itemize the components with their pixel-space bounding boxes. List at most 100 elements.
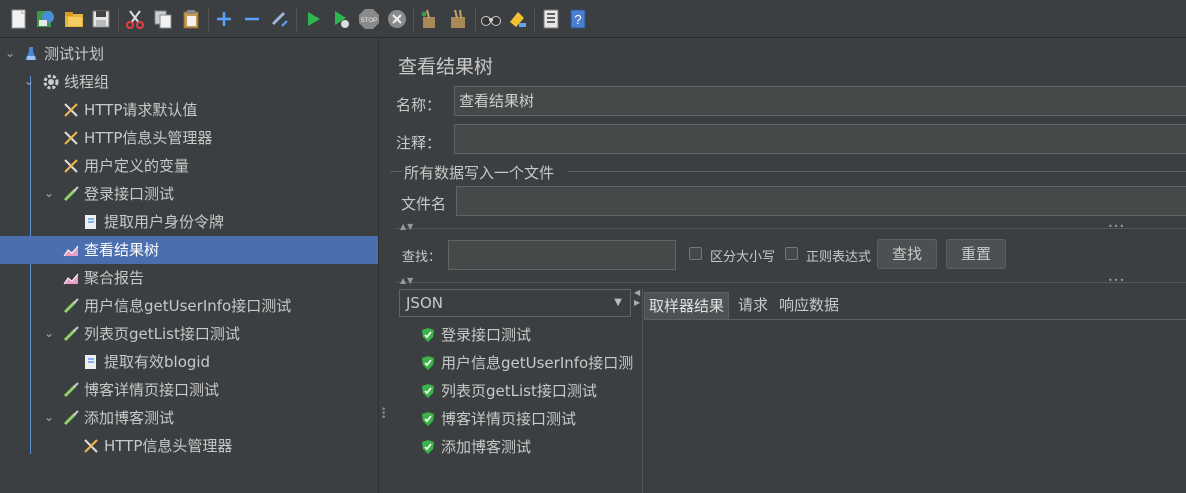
divider bbox=[396, 282, 1186, 283]
help-icon[interactable]: ? bbox=[567, 8, 589, 30]
result-item-label: 博客详情页接口测试 bbox=[441, 410, 577, 428]
toggle-icon[interactable] bbox=[268, 8, 290, 30]
chevron-down-icon[interactable]: ⌄ bbox=[42, 408, 56, 426]
thread-group-gear-icon bbox=[42, 73, 60, 91]
collapse-arrows-icon[interactable]: ▲▼ bbox=[400, 222, 414, 231]
divider bbox=[396, 228, 1186, 229]
tree-item-label: 用户信息getUserInfo接口测试 bbox=[84, 297, 292, 315]
regex-checkbox[interactable] bbox=[785, 247, 798, 260]
clear-icon[interactable] bbox=[418, 8, 440, 30]
clear-all-icon[interactable] bbox=[447, 8, 469, 30]
tab-underline bbox=[644, 319, 1186, 320]
success-shield-icon bbox=[420, 439, 436, 455]
find-button[interactable]: 查找 bbox=[877, 239, 937, 269]
result-item[interactable]: 用户信息getUserInfo接口测试 bbox=[420, 352, 634, 376]
sampler-pipette-icon bbox=[62, 185, 80, 203]
tree-item-getlist-sampler[interactable]: ⌄ 列表页getList接口测试 bbox=[0, 320, 378, 348]
more-icon[interactable]: ••• bbox=[1108, 222, 1125, 231]
search-icon[interactable] bbox=[480, 8, 502, 30]
sampler-pipette-icon bbox=[62, 297, 80, 315]
listener-chart-icon bbox=[62, 241, 80, 259]
tree-item-userinfo-sampler[interactable]: 用户信息getUserInfo接口测试 bbox=[0, 292, 378, 320]
chevron-down-icon[interactable]: ⌄ bbox=[42, 184, 56, 202]
shutdown-icon[interactable] bbox=[386, 8, 408, 30]
result-item[interactable]: 列表页getList接口测试 bbox=[420, 380, 634, 404]
collapse-icon[interactable] bbox=[241, 8, 263, 30]
tab-response-data[interactable]: 响应数据 bbox=[775, 292, 843, 320]
results-divider bbox=[642, 288, 643, 493]
tree-item-add-blog-sampler[interactable]: ⌄ 添加博客测试 bbox=[0, 404, 378, 432]
reset-search-icon[interactable] bbox=[506, 8, 528, 30]
reset-button[interactable]: 重置 bbox=[946, 239, 1006, 269]
tree-item-extract-blogid[interactable]: 提取有效blogid bbox=[0, 348, 378, 376]
search-input[interactable] bbox=[448, 240, 676, 270]
result-item[interactable]: 登录接口测试 bbox=[420, 324, 634, 348]
case-sensitive-label: 区分大小写 bbox=[710, 250, 776, 265]
new-icon[interactable] bbox=[8, 8, 30, 30]
open-icon[interactable] bbox=[63, 8, 85, 30]
tree-item-user-variables[interactable]: 用户定义的变量 bbox=[0, 152, 378, 180]
templates-icon[interactable] bbox=[34, 8, 56, 30]
tree-item-label: 用户定义的变量 bbox=[84, 157, 190, 175]
stop-icon[interactable]: STOP bbox=[358, 8, 380, 30]
sampler-pipette-icon bbox=[62, 325, 80, 343]
result-item-label: 列表页getList接口测试 bbox=[441, 382, 597, 400]
tree-item-header-manager[interactable]: HTTP信息头管理器 bbox=[0, 124, 378, 152]
renderer-value: JSON bbox=[406, 294, 443, 312]
tree-item-aggregate-report[interactable]: 聚合报告 bbox=[0, 264, 378, 292]
start-no-pause-icon[interactable] bbox=[330, 8, 352, 30]
toolbar: STOP ? bbox=[0, 0, 1186, 38]
comment-field[interactable] bbox=[454, 124, 1186, 154]
function-helper-icon[interactable] bbox=[540, 8, 562, 30]
copy-icon[interactable] bbox=[152, 8, 174, 30]
result-item-label: 登录接口测试 bbox=[441, 326, 532, 344]
tree-item-label: 查看结果树 bbox=[84, 241, 160, 259]
tab-request[interactable]: 请求 bbox=[734, 292, 772, 320]
group-border bbox=[568, 171, 1186, 172]
tree-item-label: 线程组 bbox=[64, 73, 110, 91]
group-border bbox=[390, 171, 402, 172]
collapse-arrows-icon[interactable]: ▲▼ bbox=[400, 276, 414, 285]
tree-item-test-plan[interactable]: ⌄ 测试计划 bbox=[0, 40, 378, 68]
result-item[interactable]: 博客详情页接口测试 bbox=[420, 408, 634, 432]
tree-item-label: 列表页getList接口测试 bbox=[84, 325, 240, 343]
tree-item-label: 聚合报告 bbox=[84, 269, 145, 287]
tree-item-extract-token[interactable]: 提取用户身份令牌 bbox=[0, 208, 378, 236]
search-label: 查找： bbox=[402, 250, 442, 265]
more-icon[interactable]: ••• bbox=[1108, 276, 1125, 285]
filename-field[interactable] bbox=[456, 186, 1186, 216]
result-item-label: 用户信息getUserInfo接口测试 bbox=[441, 354, 634, 372]
tree-item-view-results-tree[interactable]: 查看结果树 bbox=[0, 236, 378, 264]
tab-sampler-result[interactable]: 取样器结果 bbox=[644, 292, 730, 320]
chevron-down-icon[interactable]: ⌄ bbox=[22, 72, 36, 90]
start-icon[interactable] bbox=[302, 8, 324, 30]
tree-item-label: 测试计划 bbox=[44, 45, 105, 63]
split-arrows-icon[interactable]: ◀ ▶ bbox=[634, 288, 642, 318]
chevron-down-icon[interactable]: ⌄ bbox=[3, 44, 17, 62]
case-sensitive-checkbox[interactable] bbox=[689, 247, 702, 260]
svg-text:?: ? bbox=[574, 12, 581, 27]
page-title: 查看结果树 bbox=[398, 56, 494, 78]
chevron-down-icon[interactable]: ⌄ bbox=[42, 324, 56, 342]
result-item[interactable]: 添加博客测试 bbox=[420, 436, 634, 460]
regex-label: 正则表达式 bbox=[806, 250, 872, 265]
renderer-select[interactable]: JSON ▼ bbox=[399, 289, 631, 317]
chevron-down-icon: ▼ bbox=[614, 297, 622, 308]
success-shield-icon bbox=[420, 411, 436, 427]
name-field[interactable]: 查看结果树 bbox=[454, 86, 1186, 116]
cut-icon[interactable] bbox=[124, 8, 146, 30]
tree-item-http-defaults[interactable]: HTTP请求默认值 bbox=[0, 96, 378, 124]
tree-item-login-sampler[interactable]: ⌄ 登录接口测试 bbox=[0, 180, 378, 208]
save-icon[interactable] bbox=[90, 8, 112, 30]
filename-label: 文件名 bbox=[401, 195, 447, 213]
panel-splitter[interactable]: • • • bbox=[378, 38, 386, 493]
expand-icon[interactable] bbox=[213, 8, 235, 30]
comment-label: 注释： bbox=[396, 134, 442, 152]
paste-icon[interactable] bbox=[180, 8, 202, 30]
tree-item-header-manager-2[interactable]: HTTP信息头管理器 bbox=[0, 432, 378, 460]
tree-item-thread-group[interactable]: ⌄ 线程组 bbox=[0, 68, 378, 96]
success-shield-icon bbox=[420, 355, 436, 371]
tree-item-blog-detail-sampler[interactable]: 博客详情页接口测试 bbox=[0, 376, 378, 404]
result-item-label: 添加博客测试 bbox=[441, 438, 532, 456]
tree-item-label: 添加博客测试 bbox=[84, 409, 175, 427]
